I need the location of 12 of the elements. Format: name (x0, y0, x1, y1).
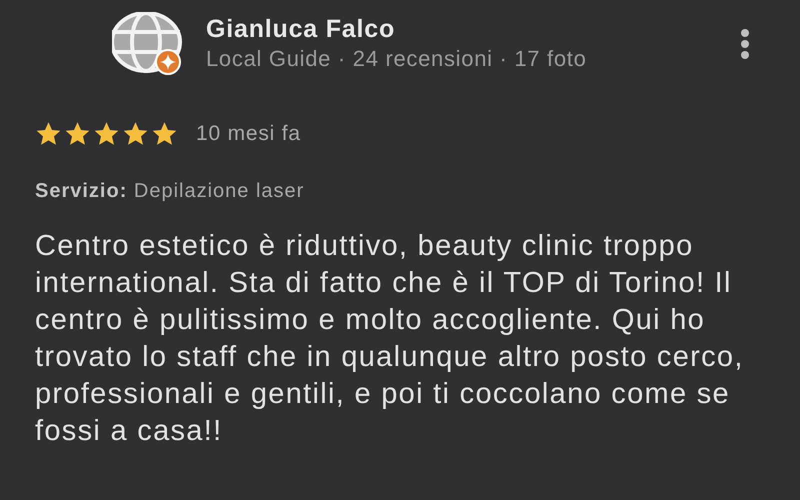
star-icon (151, 120, 178, 147)
globe-avatar-icon (112, 12, 182, 76)
reviewer-name: Gianluca Falco (206, 16, 396, 44)
star-icon (64, 120, 91, 147)
more-options-icon[interactable] (740, 29, 750, 59)
star-icon (122, 120, 149, 147)
star-icon (93, 120, 120, 147)
review-text: Centro estetico è riduttivo, beauty clinic troppo international. Sta di fatto che è il TOP di Torino! Il centro è pulitissimo e molto accogliente. Qui ho trovato lo staff che in qualunque altro posto cerco, professionali e gentili, e poi ti coccolano come se fossi a casa!! (35, 228, 745, 448)
reviewer-meta: Local Guide · 24 recensioni · 17 foto (206, 46, 587, 72)
review-time: 10 mesi fa (196, 121, 301, 147)
star-icon (35, 120, 62, 147)
service-label: Servizio: Depilazione laser (35, 178, 306, 204)
